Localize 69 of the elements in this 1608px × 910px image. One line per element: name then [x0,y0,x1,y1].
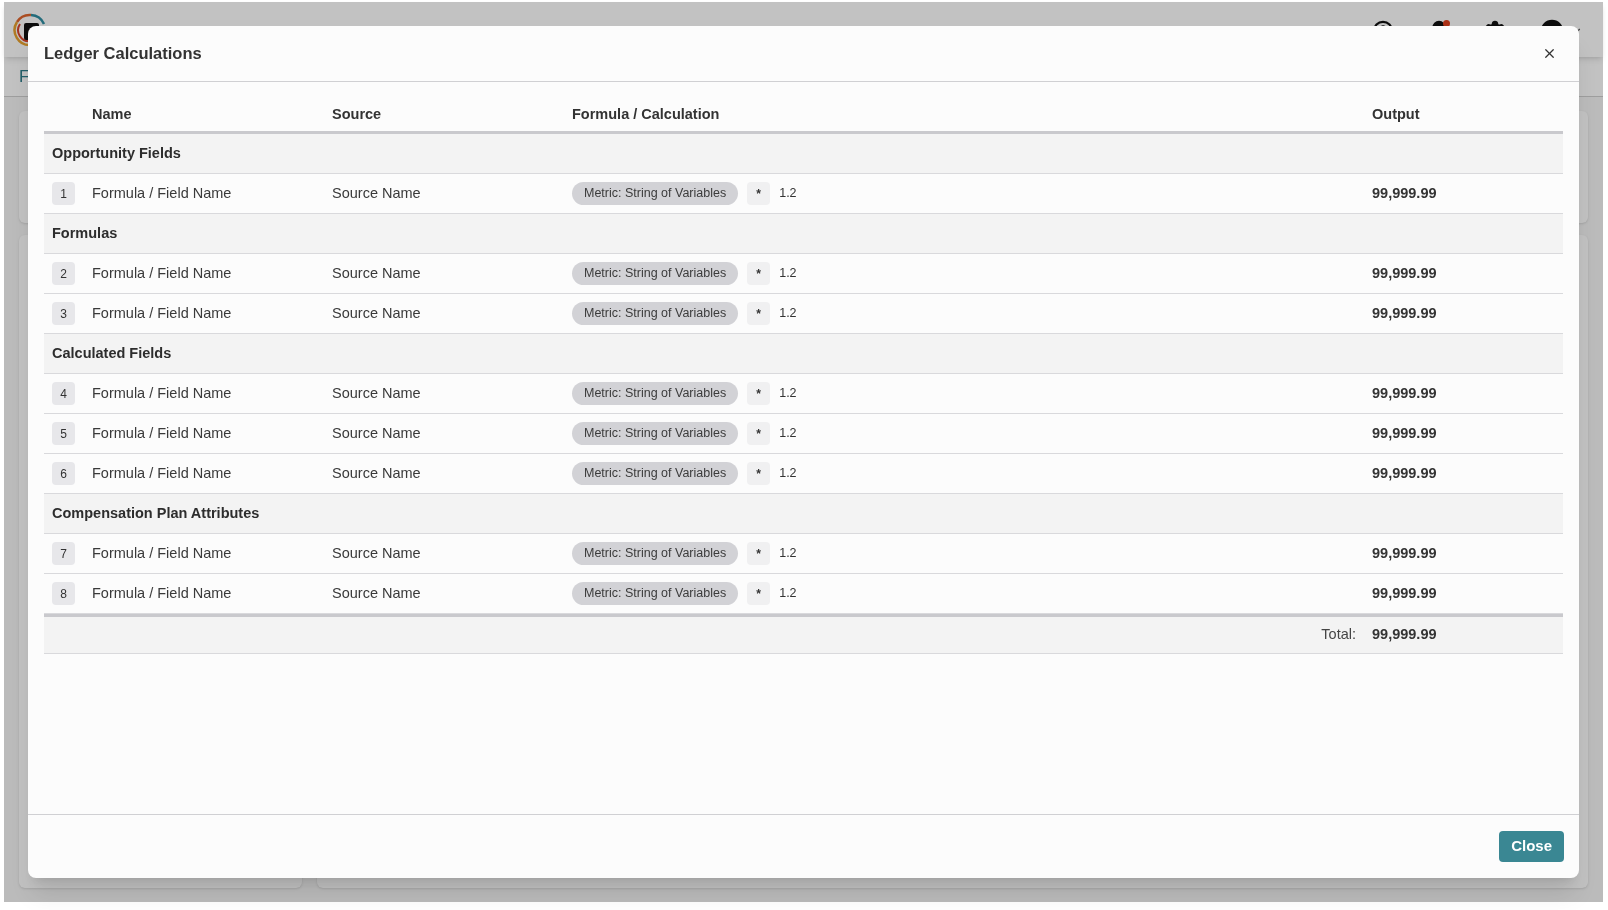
group-title: Formulas [52,223,118,243]
total-label: Total: [1321,625,1357,645]
column-header: Source [332,104,382,124]
source-name: Source Name [332,583,421,603]
field-name: Formula / Field Name [92,543,232,563]
source-name: Source Name [332,383,421,403]
factor-value: 1.2 [779,305,797,323]
dialog-title: Ledger Calculations [44,43,202,65]
source-name: Source Name [332,423,421,443]
source-name: Source Name [332,263,421,283]
row-number-badge: 3 [52,302,75,325]
row-number-badge: 6 [52,462,75,485]
output-value: 99,999.99 [1372,263,1437,283]
source-name: Source Name [332,303,421,323]
field-name: Formula / Field Name [92,183,232,203]
output-value: 99,999.99 [1372,183,1437,203]
metric-pill: Metric: String of Variables [572,262,739,285]
metric-pill: Metric: String of Variables [572,302,739,325]
factor-value: 1.2 [779,385,797,403]
operator-chip: * [747,462,771,485]
field-name: Formula / Field Name [92,383,232,403]
metric-pill: Metric: String of Variables [572,182,739,205]
output-value: 99,999.99 [1372,543,1437,563]
operator-chip: * [747,382,771,405]
total-value: 99,999.99 [1372,625,1437,645]
source-name: Source Name [332,543,421,563]
column-header: Output [1372,104,1420,124]
operator-chip: * [747,422,771,445]
row-number-badge: 7 [52,542,75,565]
output-value: 99,999.99 [1372,303,1437,323]
factor-value: 1.2 [779,185,797,203]
group-title: Calculated Fields [52,343,172,363]
output-value: 99,999.99 [1372,423,1437,443]
field-name: Formula / Field Name [92,463,232,483]
column-header: Name [92,104,132,124]
column-header: Formula / Calculation [572,104,720,124]
output-value: 99,999.99 [1372,463,1437,483]
field-name: Formula / Field Name [92,583,232,603]
operator-chip: * [747,262,771,285]
operator-chip: * [747,582,771,605]
metric-pill: Metric: String of Variables [572,382,739,405]
output-value: 99,999.99 [1372,383,1437,403]
row-number-badge: 1 [52,182,75,205]
metric-pill: Metric: String of Variables [572,542,739,565]
field-name: Formula / Field Name [92,423,232,443]
close-button[interactable]: Close [1499,831,1564,862]
source-name: Source Name [332,183,421,203]
metric-pill: Metric: String of Variables [572,422,739,445]
operator-chip: * [747,302,771,325]
source-name: Source Name [332,463,421,483]
group-title: Compensation Plan Attributes [52,503,260,523]
operator-chip: * [747,182,771,205]
factor-value: 1.2 [779,425,797,443]
row-number-badge: 8 [52,582,75,605]
group-title: Opportunity Fields [52,143,181,163]
output-value: 99,999.99 [1372,583,1437,603]
row-number-badge: 2 [52,262,75,285]
factor-value: 1.2 [779,465,797,483]
metric-pill: Metric: String of Variables [572,582,739,605]
factor-value: 1.2 [779,545,797,563]
field-name: Formula / Field Name [92,303,232,323]
row-number-badge: 4 [52,382,75,405]
row-number-badge: 5 [52,422,75,445]
factor-value: 1.2 [779,265,797,283]
field-name: Formula / Field Name [92,263,232,283]
metric-pill: Metric: String of Variables [572,462,739,485]
operator-chip: * [747,542,771,565]
page-title: F [19,68,30,85]
factor-value: 1.2 [779,585,797,603]
